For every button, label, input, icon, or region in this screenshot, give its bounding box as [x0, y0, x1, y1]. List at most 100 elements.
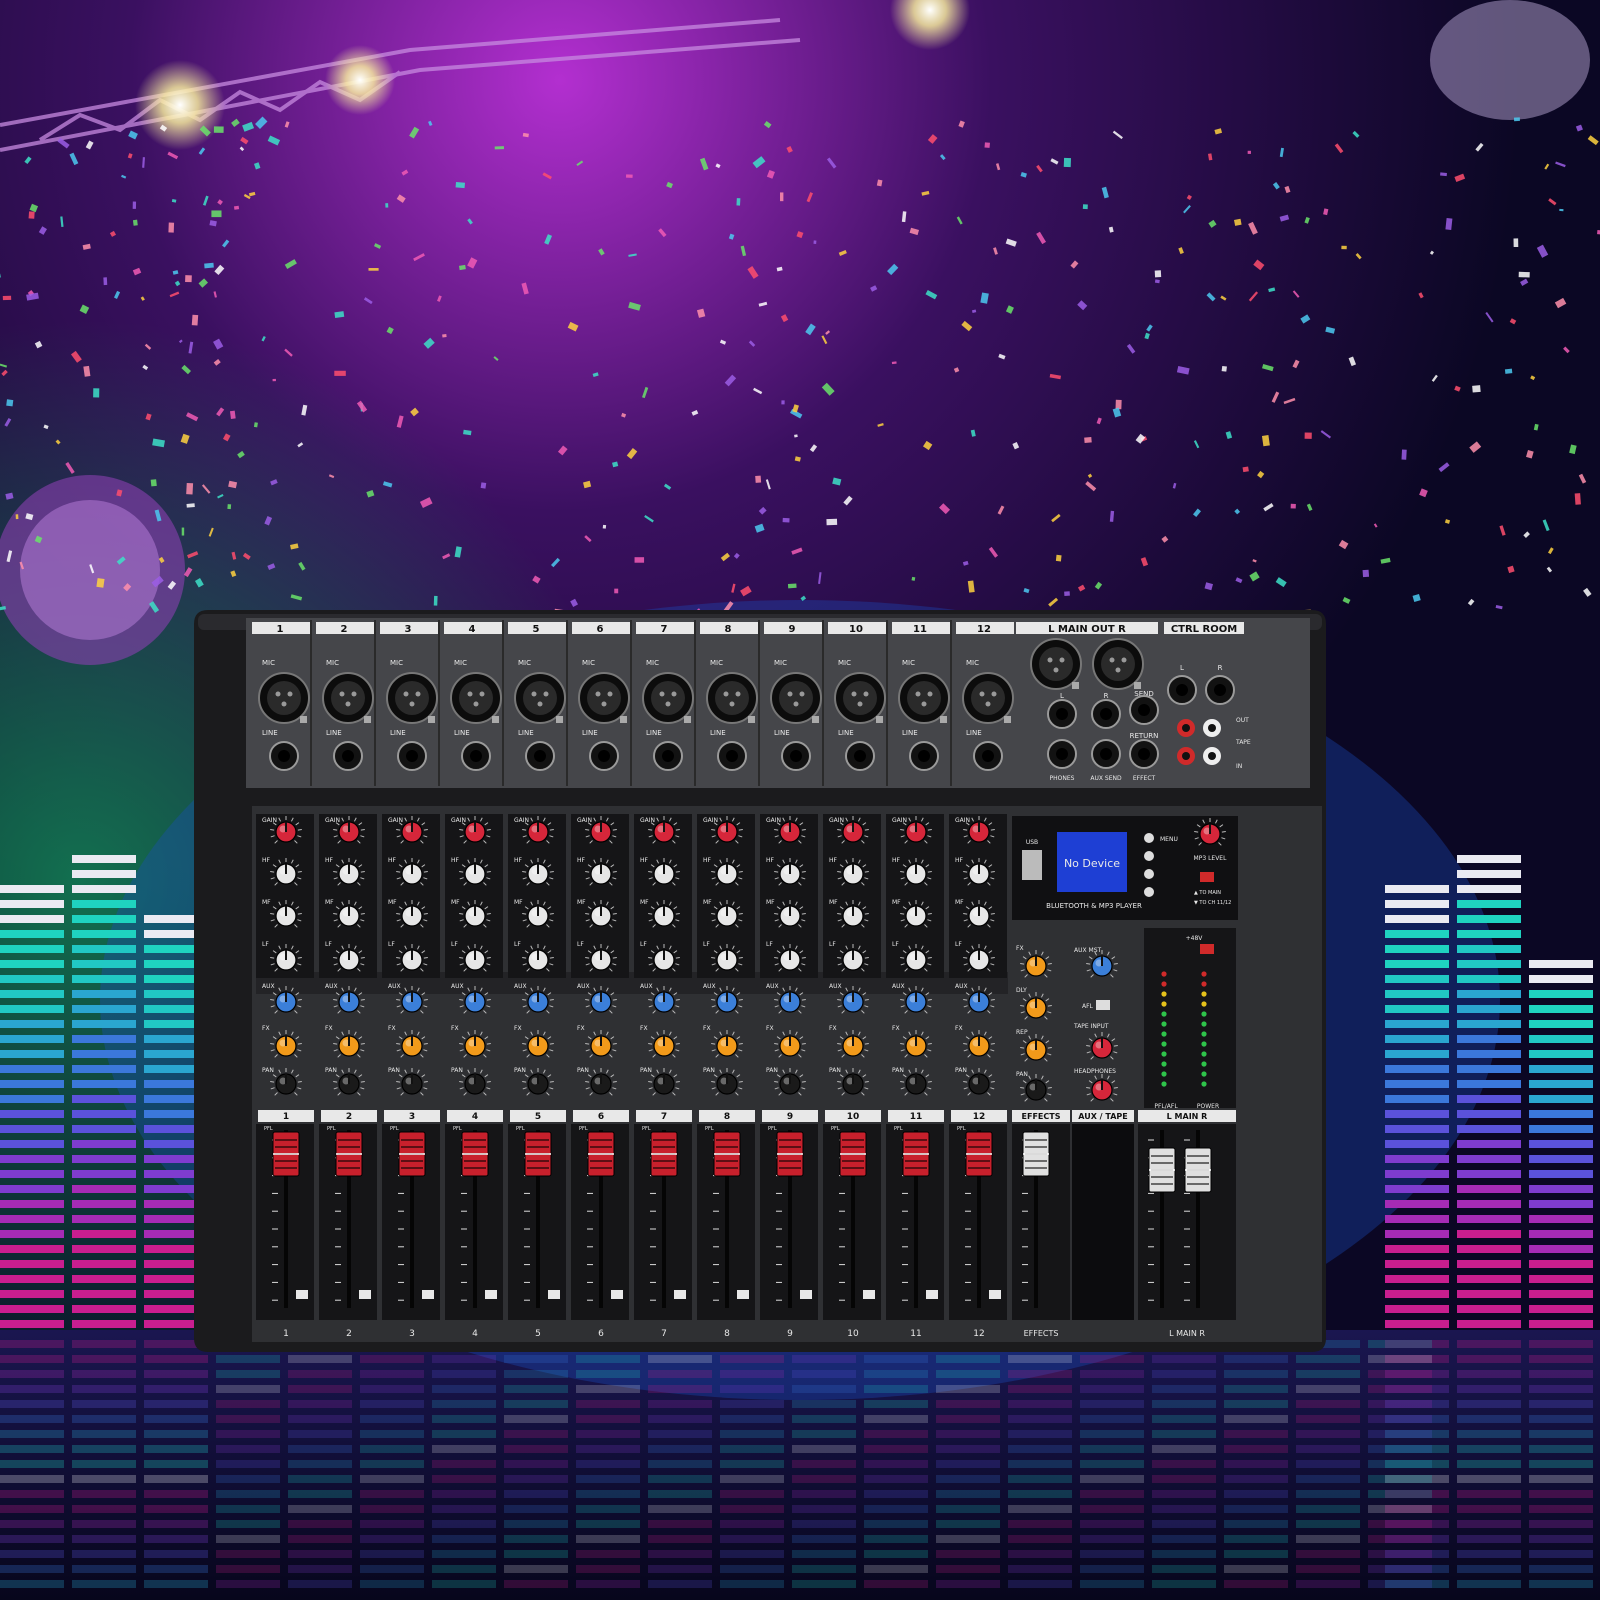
equalizer-reflection [432, 1565, 496, 1573]
ctrl-room-left-jack[interactable] [1167, 675, 1197, 705]
to-main-switch[interactable] [1200, 872, 1214, 882]
aux-label: AUX [640, 983, 653, 990]
phones-jack[interactable] [1047, 739, 1077, 769]
mic-input-xlr[interactable] [322, 672, 374, 724]
equalizer-reflection [1457, 1445, 1521, 1453]
phantom-power-switch[interactable] [1200, 944, 1214, 954]
equalizer-reflection [360, 1490, 424, 1498]
confetti-piece [186, 482, 194, 495]
confetti-piece [433, 595, 438, 606]
line-input-jack[interactable] [269, 741, 299, 771]
channel-number-bottom: 9 [787, 1329, 793, 1339]
pfl-button[interactable] [989, 1290, 1001, 1299]
equalizer-reflection [1152, 1475, 1216, 1483]
mic-input-xlr[interactable] [770, 672, 822, 724]
equalizer-bar [1457, 885, 1521, 893]
pfl-button[interactable] [296, 1290, 308, 1299]
equalizer-reflection [432, 1430, 496, 1438]
mic-input-xlr[interactable] [962, 672, 1014, 724]
equalizer-reflection [144, 1370, 208, 1378]
line-input-jack[interactable] [397, 741, 427, 771]
tape-in-rca-left[interactable] [1203, 747, 1221, 765]
equalizer-bar [1457, 855, 1521, 863]
pfl-button[interactable] [674, 1290, 686, 1299]
pfl-button[interactable] [359, 1290, 371, 1299]
equalizer-reflection [144, 1535, 208, 1543]
equalizer-bar [1457, 1095, 1521, 1103]
meter-led [1201, 1051, 1207, 1057]
mic-input-xlr[interactable] [258, 672, 310, 724]
line-input-jack[interactable] [781, 741, 811, 771]
pfl-button[interactable] [737, 1290, 749, 1299]
mic-input-xlr[interactable] [386, 672, 438, 724]
equalizer-reflection [1080, 1565, 1144, 1573]
mic-input-xlr[interactable] [514, 672, 566, 724]
line-label: LINE [966, 729, 982, 737]
equalizer-reflection [936, 1445, 1000, 1453]
pfl-button[interactable] [863, 1290, 875, 1299]
aux-send-jack[interactable] [1091, 739, 1121, 769]
line-input-jack[interactable] [973, 741, 1003, 771]
usb-port[interactable] [1022, 850, 1042, 880]
confetti-piece [602, 524, 607, 529]
mic-input-xlr[interactable] [898, 672, 950, 724]
pfl-button[interactable] [548, 1290, 560, 1299]
equalizer-bar [0, 1230, 64, 1238]
equalizer-reflection [1152, 1535, 1216, 1543]
player-button[interactable] [1144, 833, 1154, 843]
main-out-right-jack[interactable] [1091, 699, 1121, 729]
ctrl-room-right-jack[interactable] [1205, 675, 1235, 705]
tape-in-rca-right[interactable] [1177, 747, 1195, 765]
mic-input-xlr[interactable] [642, 672, 694, 724]
equalizer-reflection [144, 1475, 208, 1483]
player-button[interactable] [1144, 851, 1154, 861]
line-input-jack[interactable] [845, 741, 875, 771]
main-out-left-xlr[interactable] [1030, 638, 1082, 690]
pfl-button[interactable] [485, 1290, 497, 1299]
equalizer-reflection [1008, 1460, 1072, 1468]
equalizer-reflection [1529, 1445, 1593, 1453]
afl-button[interactable] [1096, 1000, 1110, 1010]
mic-input-xlr[interactable] [834, 672, 886, 724]
mic-input-xlr[interactable] [450, 672, 502, 724]
equalizer-reflection [360, 1400, 424, 1408]
aux-label: AUX [388, 983, 401, 990]
line-input-jack[interactable] [717, 741, 747, 771]
equalizer-bar [1385, 1005, 1449, 1013]
pfl-button[interactable] [422, 1290, 434, 1299]
player-title: BLUETOOTH & MP3 PLAYER [1046, 902, 1142, 910]
pfl-button[interactable] [800, 1290, 812, 1299]
equalizer-reflection [864, 1550, 928, 1558]
main-out-left-jack[interactable] [1047, 699, 1077, 729]
channel-number: 1 [277, 624, 284, 635]
tape-out-rca-left[interactable] [1203, 719, 1221, 737]
channel-number: 12 [973, 1112, 986, 1122]
ctrl-room-label: CTRL ROOM [1171, 624, 1237, 635]
equalizer-reflection [504, 1370, 568, 1378]
tape-out-rca-right[interactable] [1177, 719, 1195, 737]
line-input-jack[interactable] [333, 741, 363, 771]
pfl-button[interactable] [926, 1290, 938, 1299]
effect-send-jack[interactable] [1129, 695, 1159, 725]
confetti-piece [455, 181, 466, 189]
line-input-jack[interactable] [653, 741, 683, 771]
pfl-button[interactable] [611, 1290, 623, 1299]
equalizer-reflection [648, 1400, 712, 1408]
tape-label: TAPE [1235, 739, 1251, 746]
player-button[interactable] [1144, 887, 1154, 897]
channel-number: 7 [661, 624, 668, 635]
player-button[interactable] [1144, 869, 1154, 879]
mic-input-xlr[interactable] [706, 672, 758, 724]
main-out-right-xlr[interactable] [1092, 638, 1144, 690]
mic-label: MIC [774, 659, 787, 667]
line-input-jack[interactable] [525, 741, 555, 771]
lf-label: LF [955, 941, 962, 948]
equalizer-reflection [864, 1505, 928, 1513]
equalizer-reflection [144, 1520, 208, 1528]
effect-return-jack[interactable] [1129, 739, 1159, 769]
line-input-jack[interactable] [461, 741, 491, 771]
line-input-jack[interactable] [909, 741, 939, 771]
mic-input-xlr[interactable] [578, 672, 630, 724]
pfl-label: PFL [831, 1126, 840, 1132]
line-input-jack[interactable] [589, 741, 619, 771]
